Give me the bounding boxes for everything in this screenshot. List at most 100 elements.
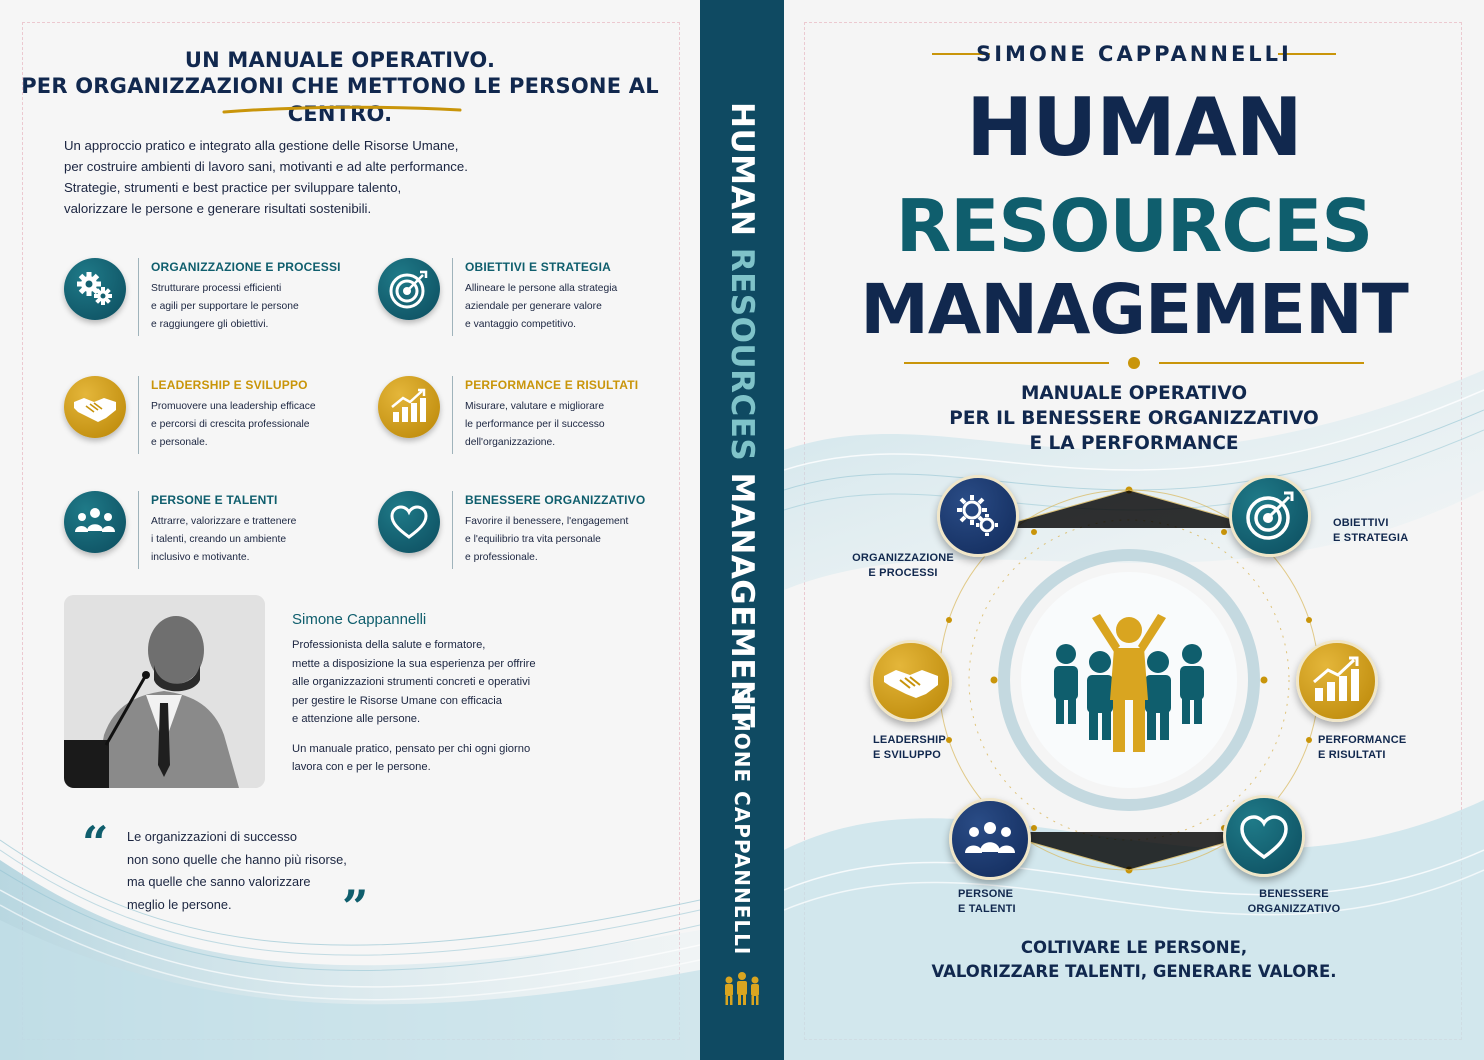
bio-line: per gestire le Risorse Umane con efficac… bbox=[292, 694, 502, 707]
subtitle: MANUALE OPERATIVO PER IL BENESSERE ORGAN… bbox=[784, 381, 1484, 456]
growth-chart-icon bbox=[1296, 640, 1378, 722]
label-line: E PROCESSI bbox=[868, 567, 938, 579]
feature-description: Strutturare processi efficienti e agili … bbox=[151, 280, 356, 334]
feature-line: i talenti, creando un ambiente bbox=[151, 534, 287, 545]
intro-line: Strategie, strumenti e best practice per… bbox=[64, 180, 402, 195]
label-line: ORGANIZZATIVO bbox=[1247, 903, 1341, 915]
feature-description: Misurare, valutare e migliorare le perfo… bbox=[465, 398, 670, 452]
label-benessere: BENESSERE ORGANIZZATIVO bbox=[1244, 887, 1344, 917]
front-cover: SIMONE CAPPANNELLI HUMAN RESOURCES MANAG… bbox=[784, 0, 1484, 1060]
intro-line: per costruire ambienti di lavoro sani, m… bbox=[64, 159, 468, 174]
handshake-icon bbox=[64, 376, 126, 438]
bio-line: mette a disposizione la sua esperienza p… bbox=[292, 657, 536, 670]
target-icon bbox=[378, 258, 440, 320]
spine-title-human: HUMAN bbox=[724, 102, 760, 237]
label-line: PERFORMANCE bbox=[1318, 734, 1407, 746]
label-line: LEADERSHIP bbox=[873, 734, 946, 746]
title-management: MANAGEMENT bbox=[860, 270, 1409, 350]
quote-line: non sono quelle che hanno più risorse, bbox=[127, 851, 347, 867]
feature-line: dell'organizzazione. bbox=[465, 437, 556, 448]
tagline-line: VALORIZZARE TALENTI, GENERARE VALORE. bbox=[931, 962, 1337, 981]
feature-title: ORGANIZZAZIONE E PROCESSI bbox=[151, 260, 341, 274]
close-quote-icon: ” bbox=[342, 880, 369, 934]
feature-benessere: BENESSERE ORGANIZZATIVO Favorire il bene… bbox=[378, 491, 678, 591]
growth-chart-icon bbox=[378, 376, 440, 438]
people-group-icon bbox=[949, 798, 1031, 880]
back-headline-2: PER ORGANIZZAZIONI CHE METTONO LE PERSON… bbox=[21, 74, 659, 126]
label-organizzazione: ORGANIZZAZIONE E PROCESSI bbox=[848, 551, 958, 581]
label-line: OBIETTIVI bbox=[1333, 517, 1389, 529]
bio-line: Un manuale pratico, pensato per chi ogni… bbox=[292, 742, 531, 755]
front-author: SIMONE CAPPANNELLI bbox=[976, 42, 1292, 66]
back-intro: Un approccio pratico e integrato alla ge… bbox=[64, 135, 584, 219]
spine-author: SIMONE CAPPANNELLI bbox=[730, 688, 754, 956]
handshake-icon bbox=[870, 640, 952, 722]
subtitle-line: MANUALE OPERATIVO bbox=[1020, 383, 1248, 404]
label-performance: PERFORMANCE E RISULTATI bbox=[1318, 733, 1406, 763]
feature-line: inclusivo e motivante. bbox=[151, 552, 250, 563]
feature-leadership: LEADERSHIP E SVILUPPO Promuovere una lea… bbox=[64, 376, 364, 476]
quote-line: Le organizzazioni di successo bbox=[127, 829, 298, 844]
feature-title: PERSONE E TALENTI bbox=[151, 493, 278, 507]
bio-line: lavora con e per le persone. bbox=[292, 761, 431, 773]
tagline-line: COLTIVARE LE PERSONE, bbox=[1020, 938, 1248, 957]
people-group-icon bbox=[64, 491, 126, 553]
back-headline-1: UN MANUALE OPERATIVO. bbox=[184, 48, 496, 72]
label-line: PERSONE bbox=[958, 888, 1014, 900]
label-leadership: LEADERSHIP E SVILUPPO bbox=[873, 733, 946, 763]
feature-description: Allineare le persone alla strategia azie… bbox=[465, 280, 670, 334]
heart-icon bbox=[1223, 795, 1305, 877]
heart-icon bbox=[378, 491, 440, 553]
feature-line: e percorsi di crescita professionale bbox=[151, 419, 310, 430]
feature-performance: PERFORMANCE E RISULTATI Misurare, valuta… bbox=[378, 376, 678, 476]
title-divider bbox=[904, 357, 1364, 369]
label-persone: PERSONE E TALENTI bbox=[958, 887, 1016, 917]
feature-title: PERFORMANCE E RISULTATI bbox=[465, 378, 639, 392]
feature-line: e professionale. bbox=[465, 552, 538, 563]
back-cover: UN MANUALE OPERATIVO. PER ORGANIZZAZIONI… bbox=[0, 0, 700, 1060]
open-quote-icon: “ bbox=[82, 816, 109, 870]
subtitle-line: E LA PERFORMANCE bbox=[1029, 433, 1239, 454]
feature-line: e raggiungere gli obiettivi. bbox=[151, 319, 269, 330]
tagline: COLTIVARE LE PERSONE, VALORIZZARE TALENT… bbox=[784, 936, 1484, 984]
feature-line: Strutturare processi efficienti bbox=[151, 283, 282, 294]
feature-line: Favorire il benessere, l'engagement bbox=[465, 516, 629, 527]
feature-line: Misurare, valutare e migliorare bbox=[465, 401, 605, 412]
label-line: ORGANIZZAZIONE bbox=[852, 552, 954, 564]
intro-line: valorizzare le persone e generare risult… bbox=[64, 201, 372, 216]
label-line: E RISULTATI bbox=[1318, 749, 1386, 761]
label-obiettivi: OBIETTIVI E STRATEGIA bbox=[1333, 516, 1408, 546]
feature-description: Promuovere una leadership efficace e per… bbox=[151, 398, 356, 452]
title-human: HUMAN bbox=[966, 81, 1302, 174]
feature-line: Promuovere una leadership efficace bbox=[151, 401, 316, 412]
feature-title: BENESSERE ORGANIZZATIVO bbox=[465, 493, 646, 507]
title-resources: RESOURCES bbox=[895, 184, 1373, 268]
feature-title: OBIETTIVI E STRATEGIA bbox=[465, 260, 611, 274]
spine-title-resources: RESOURCES bbox=[724, 247, 760, 462]
feature-line: Attrarre, valorizzare e trattenere bbox=[151, 516, 297, 527]
author-photo bbox=[64, 595, 265, 788]
bio-line: alle organizzazioni strumenti concreti e… bbox=[292, 676, 531, 688]
feature-line: e vantaggio competitivo. bbox=[465, 319, 577, 330]
gears-icon bbox=[64, 258, 126, 320]
spine: HUMAN RESOURCES MANAGEMENT SIMONE CAPPAN… bbox=[700, 0, 784, 1060]
feature-description: Attrarre, valorizzare e trattenere i tal… bbox=[151, 513, 356, 567]
feature-persone: PERSONE E TALENTI Attrarre, valorizzare … bbox=[64, 491, 364, 591]
feature-line: aziendale per generare valore bbox=[465, 301, 602, 312]
feature-line: le performance per il successo bbox=[465, 419, 605, 430]
feature-obiettivi: OBIETTIVI E STRATEGIA Allineare le perso… bbox=[378, 258, 678, 358]
feature-line: e agili per supportare le persone bbox=[151, 301, 299, 312]
target-icon bbox=[1229, 475, 1311, 557]
feature-line: e personale. bbox=[151, 437, 208, 448]
feature-title: LEADERSHIP E SVILUPPO bbox=[151, 378, 308, 392]
label-line: BENESSERE bbox=[1259, 888, 1329, 900]
label-line: E STRATEGIA bbox=[1333, 532, 1409, 544]
feature-description: Favorire il benessere, l'engagement e l'… bbox=[465, 513, 670, 567]
gold-underline bbox=[222, 105, 462, 114]
bio-line: Professionista della salute e formatore, bbox=[292, 639, 486, 651]
feature-line: Allineare le persone alla strategia bbox=[465, 283, 618, 294]
people-logo-icon bbox=[725, 972, 759, 1005]
feature-organizzazione: ORGANIZZAZIONE E PROCESSI Strutturare pr… bbox=[64, 258, 364, 358]
subtitle-line: PER IL BENESSERE ORGANIZZATIVO bbox=[949, 408, 1319, 429]
bio-line: e attenzione alle persone. bbox=[292, 713, 421, 725]
